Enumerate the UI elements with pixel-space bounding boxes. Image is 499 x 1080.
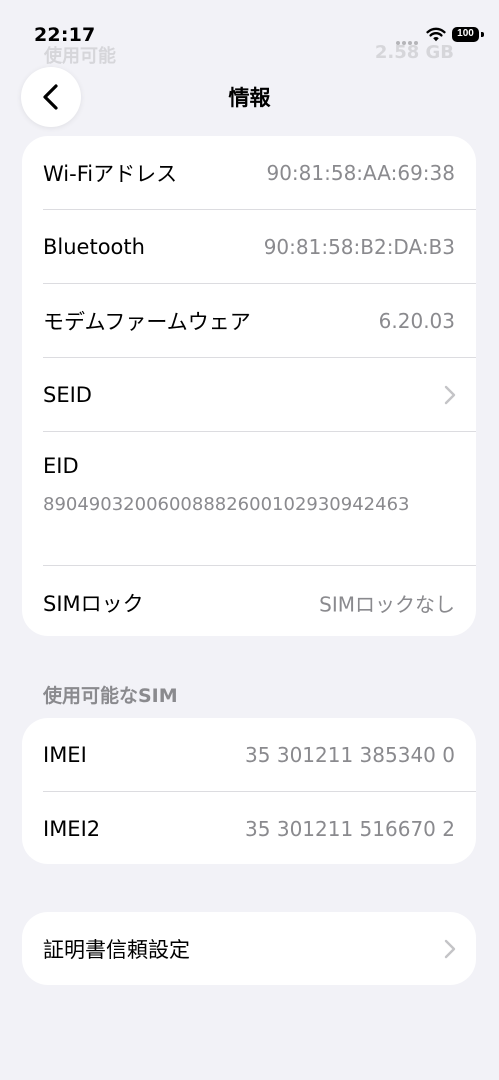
cert-trust-row[interactable]: 証明書信頼設定 — [43, 912, 476, 985]
bluetooth-label: Bluetooth — [43, 234, 145, 259]
chevron-right-icon — [444, 939, 456, 958]
wifi-address-row: Wi-Fiアドレス 90:81:58:AA:69:38 — [43, 136, 476, 210]
wifi-address-label: Wi-Fiアドレス — [43, 161, 178, 186]
seid-label: SEID — [43, 382, 92, 407]
wifi-address-value: 90:81:58:AA:69:38 — [266, 160, 455, 185]
modem-firmware-value: 6.20.03 — [378, 308, 455, 333]
imei-label: IMEI — [43, 742, 87, 767]
imei2-row: IMEI2 35 301211 516670 2 — [43, 792, 476, 864]
eid-value: 89049032006008882600102930942463 — [43, 494, 410, 515]
scrolled-under-value: 2.58 GB — [374, 42, 454, 63]
page-title: 情報 — [228, 86, 271, 110]
info-card: Wi-Fiアドレス 90:81:58:AA:69:38 Bluetooth 90… — [22, 136, 476, 636]
battery-nub — [481, 32, 484, 37]
sim-lock-row: SIMロック SIMロックなし — [43, 566, 476, 636]
modem-firmware-row: モデムファームウェア 6.20.03 — [43, 284, 476, 358]
imei2-value: 35 301211 516670 2 — [245, 816, 455, 841]
eid-label: EID — [43, 454, 79, 478]
imei-row: IMEI 35 301211 385340 0 — [43, 718, 476, 792]
chevron-right-icon — [444, 385, 456, 404]
sim-section-header: 使用可能なSIM — [43, 685, 178, 707]
sim-lock-label: SIMロック — [43, 591, 144, 616]
imei-value: 35 301211 385340 0 — [245, 742, 455, 767]
scrolled-under-label: 使用可能 — [44, 46, 116, 67]
scrolled-under-row: 使用可能 2.58 GB — [42, 40, 458, 70]
cellular-signal-icon — [396, 30, 422, 45]
battery-level: 100 — [457, 28, 474, 39]
bluetooth-row: Bluetooth 90:81:58:B2:DA:B3 — [43, 210, 476, 284]
modem-firmware-label: モデムファームウェア — [43, 309, 251, 334]
bluetooth-value: 90:81:58:B2:DA:B3 — [263, 234, 455, 259]
cert-trust-card[interactable]: 証明書信頼設定 — [22, 912, 476, 985]
seid-row[interactable]: SEID — [43, 358, 476, 432]
eid-row: EID 89049032006008882600102930942463 — [43, 432, 476, 566]
sim-lock-value: SIMロックなし — [319, 592, 455, 616]
sim-card: IMEI 35 301211 385340 0 IMEI2 35 301211 … — [22, 718, 476, 864]
imei2-label: IMEI2 — [43, 816, 101, 841]
cert-trust-label: 証明書信頼設定 — [43, 937, 190, 962]
